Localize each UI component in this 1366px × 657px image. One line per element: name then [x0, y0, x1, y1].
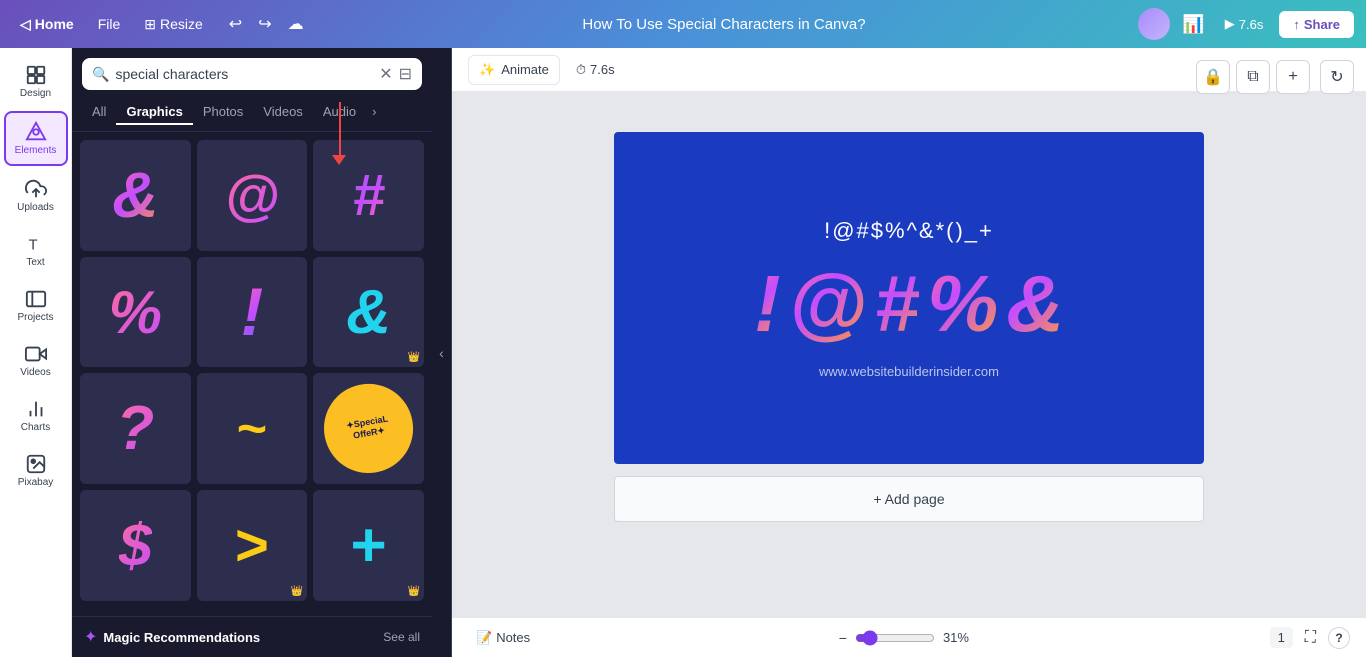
magic-left: ✦ Magic Recommendations	[84, 627, 260, 647]
copy-button[interactable]: ⧉	[1236, 60, 1270, 94]
list-item[interactable]: %	[80, 257, 191, 368]
filter-tabs: All Graphics Photos Videos Audio ›	[72, 100, 432, 132]
slide-symbol-hash: #	[875, 264, 920, 344]
list-item[interactable]: #	[313, 140, 424, 251]
nav-right-group: 📊 ▶ 7.6s ↑ Share	[1138, 8, 1354, 40]
canvas-slide[interactable]: !@#$%^&*()_+ ! @ # % & www.websitebuilde…	[614, 132, 1204, 464]
share-button[interactable]: ↑ Share	[1279, 11, 1354, 38]
bottom-right: 1 ⛶ ?	[1270, 625, 1350, 651]
list-item[interactable]: $	[80, 490, 191, 601]
sidebar-item-design[interactable]: Design	[4, 56, 68, 107]
notes-button[interactable]: 📝 Notes	[468, 626, 538, 650]
help-button[interactable]: ?	[1328, 627, 1350, 649]
sidebar-item-pixabay[interactable]: Pixabay	[4, 445, 68, 496]
more-options-button[interactable]: +	[1276, 60, 1310, 94]
filter-button[interactable]: ⊟	[399, 64, 412, 84]
see-all-button[interactable]: See all	[383, 630, 420, 644]
list-item[interactable]: !	[197, 257, 308, 368]
animate-button[interactable]: ✨ Animate	[468, 55, 560, 85]
document-title: How To Use Special Characters in Canva?	[318, 16, 1131, 33]
file-nav-button[interactable]: File	[90, 12, 129, 36]
redo-button[interactable]: ↪	[252, 10, 277, 38]
tab-videos[interactable]: Videos	[253, 100, 313, 125]
slide-text: !@#$%^&*()_+	[824, 218, 994, 244]
list-item[interactable]: ~	[197, 373, 308, 484]
undo-button[interactable]: ↩	[223, 10, 248, 38]
bottom-center: − 31%	[839, 630, 969, 646]
bottom-bar: 📝 Notes − 31% 1 ⛶ ?	[452, 617, 1366, 657]
fullscreen-button[interactable]: ⛶	[1301, 625, 1320, 651]
time-icon: ⏱	[576, 62, 586, 78]
zoom-out-icon[interactable]: −	[839, 630, 847, 646]
sidebar-item-text[interactable]: T Text	[4, 225, 68, 276]
canvas-toolbar: 🔒 ⧉ + ↻	[1196, 60, 1354, 94]
home-nav-button[interactable]: ◁ Home	[12, 12, 82, 37]
list-item[interactable]: ✦SpeciaLOffeR✦	[313, 373, 424, 484]
slide-symbol-at: @	[789, 264, 867, 344]
list-item[interactable]: &	[80, 140, 191, 251]
magic-recommendations-bar: ✦ Magic Recommendations See all	[72, 616, 432, 657]
top-navbar: ◁ Home File ⊞ Resize ↩ ↪ ☁ How To Use Sp…	[0, 0, 1366, 48]
analytics-icon[interactable]: 📊	[1178, 10, 1208, 39]
search-panel: 🔍 ✕ ⊟ All Graphics Photos Videos Audio ›…	[72, 48, 432, 657]
results-grid: & @ # % ! & 👑 ? ~	[72, 132, 432, 616]
zoom-slider[interactable]	[855, 630, 935, 646]
magic-recommendations-label: Magic Recommendations	[103, 630, 260, 645]
svg-text:T: T	[28, 238, 37, 254]
clear-search-button[interactable]: ✕	[379, 64, 392, 84]
preview-button[interactable]: ▶ 7.6s	[1217, 12, 1272, 36]
slide-symbol-ampersand: &	[1006, 264, 1064, 344]
sidebar-item-projects[interactable]: Projects	[4, 280, 68, 331]
add-page-button[interactable]: + Add page	[614, 476, 1204, 522]
lock-button[interactable]: 🔒	[1196, 60, 1230, 94]
hide-panel-button[interactable]: ‹	[432, 48, 452, 657]
notes-icon: 📝	[476, 630, 492, 646]
page-counter: 1	[1270, 627, 1293, 648]
sidebar-item-uploads[interactable]: Uploads	[4, 170, 68, 221]
slide-symbol-percent: %	[927, 264, 998, 344]
tab-photos[interactable]: Photos	[193, 100, 253, 125]
tab-graphics[interactable]: Graphics	[116, 100, 192, 125]
canvas-content: !@#$%^&*()_+ ! @ # % & www.websitebuilde…	[452, 92, 1366, 617]
tab-more[interactable]: ›	[366, 100, 382, 125]
sidebar-item-videos[interactable]: Videos	[4, 335, 68, 386]
sidebar-item-elements[interactable]: Elements	[4, 111, 68, 166]
resize-nav-button[interactable]: ⊞ Resize	[136, 12, 211, 37]
search-input[interactable]	[115, 66, 373, 82]
search-icon: 🔍	[92, 66, 109, 83]
canvas-area: ✨ Animate ⏱ 7.6s 🔒 ⧉ + ↻ !@#$%^&*()_+ ! …	[452, 48, 1366, 657]
magic-icon: ✦	[84, 627, 97, 647]
list-item[interactable]: & 👑	[313, 257, 424, 368]
undo-redo-group: ↩ ↪ ☁	[223, 10, 310, 38]
bottom-left: 📝 Notes	[468, 626, 538, 650]
list-item[interactable]: @	[197, 140, 308, 251]
main-area: Design Elements Uploads T Text Projects …	[0, 48, 1366, 657]
refresh-button[interactable]: ↻	[1320, 60, 1354, 94]
zoom-level: 31%	[943, 630, 969, 645]
save-button[interactable]: ☁	[282, 10, 310, 38]
slide-symbols: ! @ # % &	[754, 264, 1064, 344]
sidebar-item-charts[interactable]: Charts	[4, 390, 68, 441]
arrow-indicator	[339, 102, 341, 157]
slide-symbol-exclaim: !	[754, 264, 781, 344]
slide-url: www.websitebuilderinsider.com	[819, 364, 999, 379]
time-display: ⏱ 7.6s	[576, 62, 615, 78]
list-item[interactable]: ?	[80, 373, 191, 484]
icon-sidebar: Design Elements Uploads T Text Projects …	[0, 48, 72, 657]
user-avatar[interactable]	[1138, 8, 1170, 40]
search-bar: 🔍 ✕ ⊟	[82, 58, 422, 90]
tab-all[interactable]: All	[82, 100, 116, 125]
list-item[interactable]: > 👑	[197, 490, 308, 601]
animate-icon: ✨	[479, 62, 495, 78]
arrow-head	[332, 155, 346, 165]
list-item[interactable]: + 👑	[313, 490, 424, 601]
